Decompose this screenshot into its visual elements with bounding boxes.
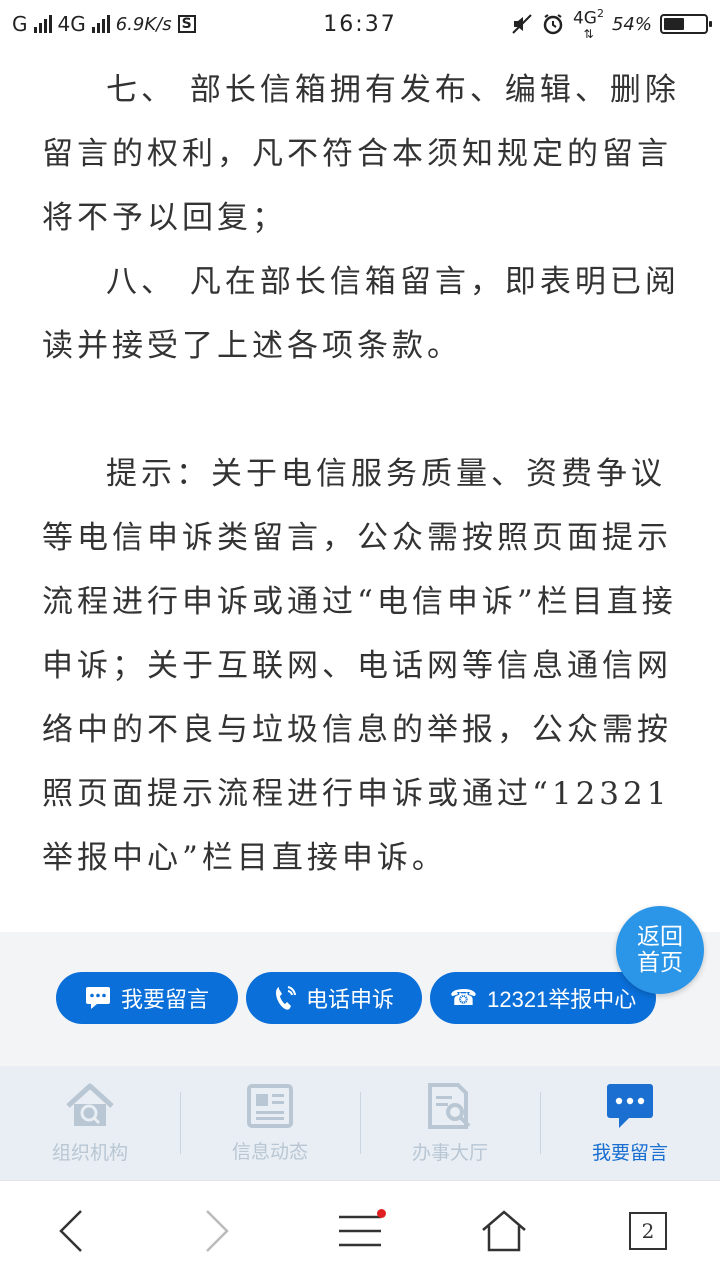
bottom-tab-bar: 组织机构 信息动态 办事大厅 我要留言 (0, 1066, 720, 1180)
message-icon (85, 987, 110, 1009)
back-home-button[interactable]: 返回首页 (616, 906, 704, 994)
network-right-label: 4G (572, 8, 597, 29)
phone-complaint-label: 电话申诉 (305, 987, 394, 1012)
telephone-icon: ☎ (449, 985, 478, 1010)
tab-leave-message[interactable]: 我要留言 (540, 1066, 720, 1180)
article-body: 七、 部长信箱拥有发布、编辑、删除留言的权利，凡不符合本须知规定的留言将不予以回… (42, 58, 682, 890)
home-icon (482, 1209, 526, 1251)
battery-percent: 54% (611, 13, 652, 35)
menu-icon (339, 1215, 381, 1246)
tab-news[interactable]: 信息动态 (180, 1066, 360, 1180)
article-tip-paragraph: 提示：关于电信服务质量、资费争议等电信申诉类留言，公众需按照页面提示流程进行申诉… (42, 456, 677, 876)
article-paragraph-8: 八、 凡在部长信箱留言，即表明已阅读并接受了上述各项条款。 (42, 264, 680, 364)
mute-icon (512, 14, 532, 34)
tab-organization[interactable]: 组织机构 (0, 1066, 180, 1180)
tabs-button[interactable]: 2 (608, 1191, 688, 1271)
phone-icon (275, 986, 296, 1010)
carrier-label: G (12, 12, 28, 36)
leave-message-button[interactable]: 我要留言 (56, 972, 238, 1024)
leave-message-label: 我要留言 (120, 987, 209, 1012)
home-button[interactable] (464, 1191, 544, 1271)
battery-icon (660, 14, 712, 34)
back-button[interactable] (32, 1191, 112, 1271)
tab-service-hall-label: 办事大厅 (411, 1141, 488, 1164)
article-paragraph-7: 七、 部长信箱拥有发布、编辑、删除留言的权利，凡不符合本须知规定的留言将不予以回… (42, 72, 680, 236)
tab-service-hall[interactable]: 办事大厅 (360, 1066, 540, 1180)
sim-index: 2 (596, 6, 604, 20)
status-left: G 4G 6.9K/s S (12, 12, 196, 36)
battery-fill (664, 18, 684, 30)
notification-dot (377, 1208, 386, 1218)
tab-news-label: 信息动态 (231, 1140, 308, 1163)
network-label: 4G (57, 12, 86, 36)
chevron-left-icon (59, 1209, 82, 1252)
phone-complaint-button[interactable]: 电话申诉 (246, 972, 422, 1024)
network-speed: 6.9K/s (115, 13, 172, 35)
document-search-icon (428, 1082, 471, 1129)
status-bar: G 4G 6.9K/s S 16:37 4G2 ⇅ 54% (0, 0, 720, 48)
tab-leave-message-label: 我要留言 (591, 1141, 668, 1164)
tab-count-badge: 2 (629, 1211, 667, 1250)
forward-button[interactable] (176, 1191, 256, 1271)
alarm-icon (543, 14, 563, 35)
report-center-button[interactable]: ☎ 12321举报中心 (430, 972, 656, 1024)
data-arrows-icon: ⇅ (583, 27, 594, 42)
browser-nav-bar: 2 (0, 1180, 720, 1280)
status-right: 4G2 ⇅ 54% (511, 6, 712, 43)
signal-icon (33, 15, 52, 33)
menu-button[interactable] (320, 1191, 400, 1271)
tab-organization-label: 组织机构 (51, 1141, 128, 1164)
report-center-label: 12321举报中心 (487, 987, 637, 1012)
house-icon (66, 1083, 114, 1126)
s-badge-icon: S (177, 15, 196, 33)
signal-icon-2 (91, 15, 110, 33)
chat-bubble-icon (607, 1083, 653, 1128)
action-bar: 我要留言 电话申诉 ☎ 12321举报中心 (0, 932, 720, 1066)
chevron-right-icon (206, 1209, 229, 1252)
network-4g-indicator: 4G2 ⇅ (573, 6, 604, 43)
newspaper-icon (247, 1083, 293, 1128)
